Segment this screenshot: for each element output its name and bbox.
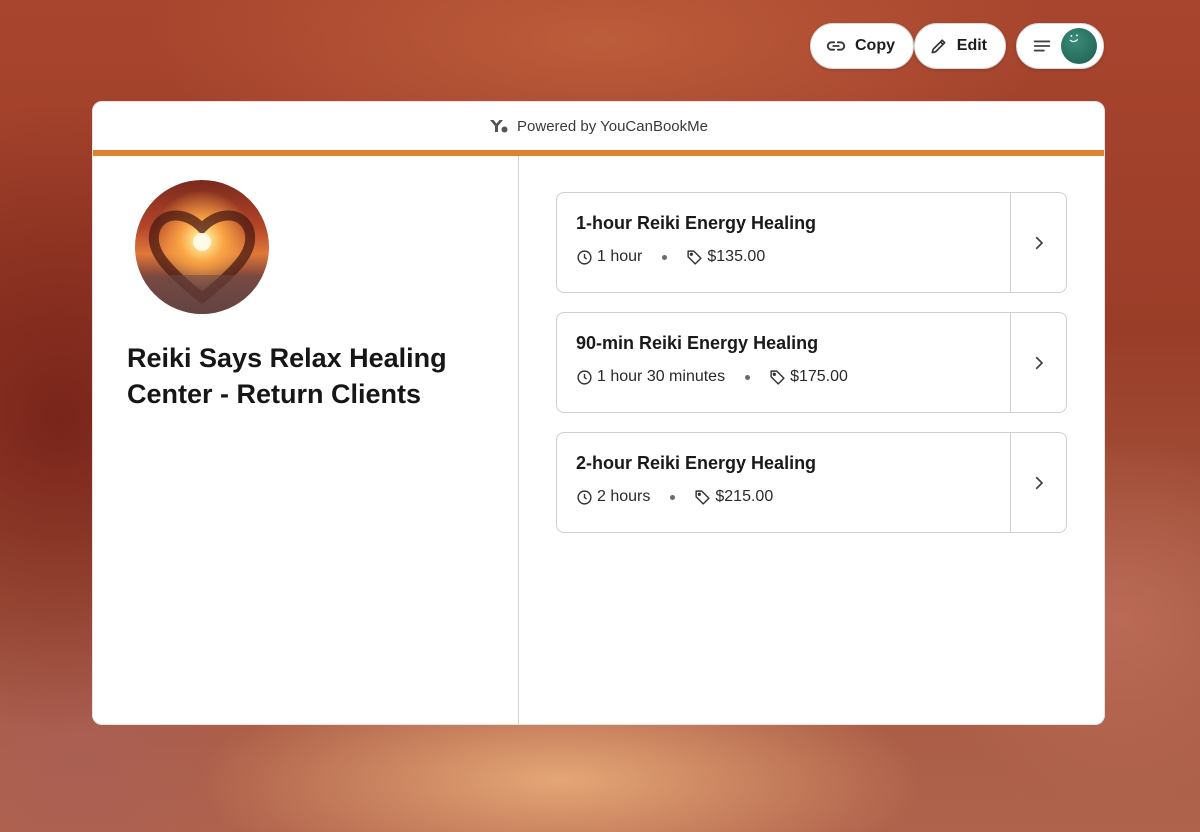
account-menu-button[interactable] [1016,23,1104,69]
pencil-icon [931,39,946,54]
smiley-face-icon [1069,34,1079,43]
price-text: $135.00 [707,248,766,265]
separator-dot [662,254,668,260]
user-avatar [1061,28,1097,64]
service-meta: 1 hour $135.00 [576,248,991,266]
service-item[interactable]: 1-hour Reiki Energy Healing 1 hour $135.… [556,192,1067,293]
service-info: 1-hour Reiki Energy Healing 1 hour $135.… [557,193,1010,292]
profile-image [135,180,269,314]
top-toolbar: Copy Edit [810,23,1104,69]
heart-hands-image [135,210,269,314]
edit-label: Edit [956,37,987,54]
copy-label: Copy [855,37,895,54]
edit-button[interactable]: Edit [914,23,1006,69]
service-title: 1-hour Reiki Energy Healing [576,213,817,233]
service-open-button[interactable] [1010,193,1066,292]
chevron-right-icon [1035,236,1043,249]
price-text: $215.00 [715,488,774,505]
service-info: 2-hour Reiki Energy Healing 2 hours $215… [557,433,1010,532]
service-title: 2-hour Reiki Energy Healing [576,453,817,473]
service-item[interactable]: 2-hour Reiki Energy Healing 2 hours $215… [556,432,1067,533]
chevron-right-icon [1035,356,1043,369]
price-tag-icon [770,369,785,385]
duration-text: 2 hours [597,488,651,505]
link-icon [826,41,846,51]
duration-text: 1 hour [597,248,643,265]
copy-link-button[interactable]: Copy [810,23,914,69]
card-body: Reiki Says Relax Healing Center - Return… [93,156,1104,724]
duration: 1 hour [576,248,642,266]
price-text: $175.00 [790,368,848,385]
service-meta: 1 hour 30 minutes $175.00 [576,368,991,386]
profile-panel: Reiki Says Relax Healing Center - Return… [93,156,519,724]
price: $135.00 [686,248,765,266]
powered-by-bar: Powered by YouCanBookMe [93,102,1104,156]
youcanbookme-logo-icon [490,120,508,133]
price: $175.00 [769,368,848,386]
separator-dot [745,374,751,380]
chevron-right-icon [1035,476,1043,489]
duration: 1 hour 30 minutes [576,368,725,386]
clock-icon [577,489,592,505]
clock-icon [577,249,592,265]
service-open-button[interactable] [1010,313,1066,412]
separator-dot [670,494,676,500]
price-tag-icon [687,249,702,265]
duration-text: 1 hour 30 minutes [597,368,726,385]
clock-icon [577,369,592,385]
service-item[interactable]: 90-min Reiki Energy Healing 1 hour 30 mi… [556,312,1067,413]
service-info: 90-min Reiki Energy Healing 1 hour 30 mi… [557,313,1010,412]
page-title: Reiki Says Relax Healing Center - Return… [127,343,447,409]
duration: 2 hours [576,488,650,506]
price-tag-icon [695,489,710,505]
powered-by-text: Powered by YouCanBookMe [517,117,708,135]
service-title: 90-min Reiki Energy Healing [576,333,819,353]
service-open-button[interactable] [1010,433,1066,532]
hamburger-icon [1033,40,1051,52]
booking-card: Powered by YouCanBookMe Reiki Says Relax… [92,101,1105,725]
service-meta: 2 hours $215.00 [576,488,991,506]
price: $215.00 [694,488,773,506]
services-list: 1-hour Reiki Energy Healing 1 hour $135.… [519,156,1104,724]
